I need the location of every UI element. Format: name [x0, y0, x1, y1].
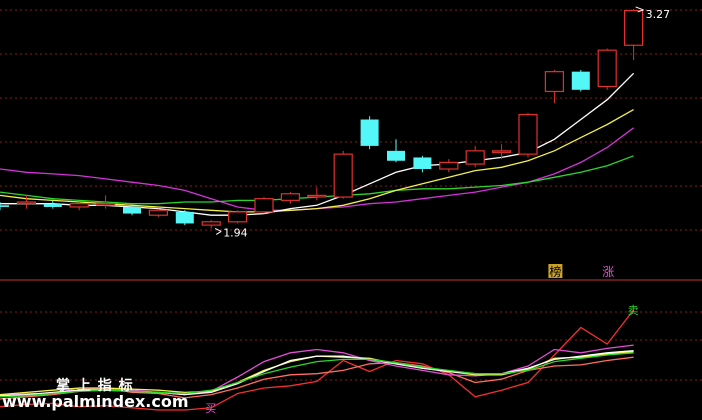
candle-body	[228, 211, 248, 223]
candle-body	[201, 221, 221, 226]
candle	[518, 112, 538, 158]
signal-label: 卖	[628, 304, 639, 317]
signal-label: 买	[205, 402, 216, 415]
candle	[387, 139, 405, 163]
watermark-url: www.palmindex.com	[2, 392, 189, 411]
candle	[280, 192, 300, 204]
candle-body	[280, 193, 300, 201]
candle-body	[16, 201, 36, 205]
price-panel	[0, 8, 644, 229]
candle-body	[623, 10, 644, 46]
candle	[571, 70, 590, 92]
candle	[360, 116, 379, 150]
candle	[597, 48, 617, 90]
candle-body	[123, 206, 141, 214]
stock-chart: 3.27 1.94 榜涨买卖 掌 上 指 标 www.palmindex.com	[0, 0, 702, 420]
candle-body	[95, 203, 116, 206]
candle-body	[465, 150, 485, 165]
candle	[201, 220, 221, 229]
price-high-label: 3.27	[646, 8, 671, 21]
candle-body	[175, 211, 194, 224]
low-arrow-icon	[214, 227, 222, 235]
candle-body	[544, 71, 565, 93]
candle-body	[492, 150, 512, 153]
chart-canvas: 3.27 1.94 榜 涨买 卖	[0, 6, 702, 415]
candle-body	[597, 49, 617, 88]
candle-body	[0, 205, 9, 207]
candle-body	[387, 150, 405, 161]
price-low-label: 1.94	[223, 226, 248, 239]
candle-body	[439, 161, 459, 170]
candle	[148, 208, 168, 217]
candle	[623, 8, 644, 61]
candle-body	[333, 153, 353, 198]
candle-body	[254, 198, 274, 213]
candle	[69, 202, 89, 211]
candle-body	[43, 203, 62, 207]
candle	[439, 159, 459, 173]
candle-body	[413, 157, 432, 169]
candle	[333, 150, 353, 199]
badge-label: 涨	[602, 264, 614, 279]
candle-body	[360, 119, 379, 146]
candle	[175, 210, 194, 226]
badge-label: 榜	[549, 264, 561, 279]
candle	[254, 197, 274, 214]
candle	[465, 145, 485, 168]
candle-body	[307, 194, 327, 198]
candle-body	[571, 71, 590, 90]
candle	[43, 200, 62, 209]
candle	[228, 210, 248, 224]
candle	[307, 187, 327, 201]
candle-body	[148, 209, 168, 216]
candle	[413, 155, 432, 173]
candle-body	[69, 203, 89, 208]
candle-body	[518, 113, 538, 155]
